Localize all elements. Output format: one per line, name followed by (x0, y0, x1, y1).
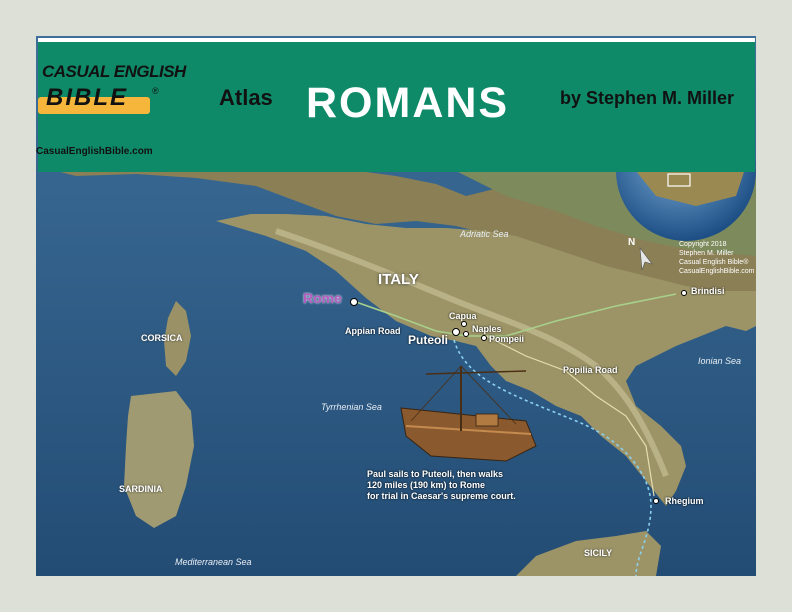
appian-road-label: Appian Road (345, 326, 401, 336)
copyright-line-4: CasualEnglishBible.com (679, 268, 755, 275)
rome-label: Rome (303, 290, 342, 306)
sicily-label: SICILY (584, 548, 613, 558)
brand-url[interactable]: CasualEnglishBible.com (36, 146, 153, 157)
ionian-sea-label: Ionian Sea (698, 356, 742, 366)
brand-line-2: BIBLE (46, 84, 128, 111)
adriatic-sea-label: Adriatic Sea (460, 229, 509, 239)
route-caption: Paul sails to Puteoli, then walks 120 mi… (367, 469, 516, 502)
north-label: N (628, 237, 636, 248)
caption-line-3: for trial in Caesar's supreme court. (367, 491, 516, 501)
brindisi-label: Brindisi (691, 286, 725, 296)
atlas-label: Atlas (219, 85, 273, 110)
capua-label: Capua (449, 311, 477, 321)
caption-line-2: 120 miles (190 km) to Rome (367, 480, 486, 490)
rome-dot (350, 298, 358, 306)
caption-line-1: Paul sails to Puteoli, then walks (367, 469, 504, 479)
italy-label: ITALY (378, 271, 419, 288)
page-title: ROMANS (306, 79, 510, 127)
pompeii-dot (481, 335, 487, 341)
puteoli-label: Puteoli (408, 333, 449, 347)
brand-line-1: CASUAL ENGLISH (42, 62, 186, 81)
copyright-block: Copyright 2018 Stephen M. Miller Casual … (679, 240, 754, 276)
pompeii-label: Pompeii (489, 334, 525, 344)
copyright-line-3: Casual English Bible® (679, 259, 749, 266)
puteoli-dot (452, 328, 460, 336)
brand-bible-logo: BIBLE (38, 84, 150, 114)
brindisi-dot (681, 290, 687, 296)
corsica-label: CORSICA (141, 333, 183, 343)
copyright-line-2: Stephen M. Miller (679, 250, 734, 257)
mediterranean-sea-label: Mediterranean Sea (175, 557, 252, 567)
copyright-line-1: Copyright 2018 (679, 241, 727, 248)
rhegium-label: Rhegium (665, 496, 704, 506)
tyrrhenian-sea-label: Tyrrhenian Sea (321, 402, 382, 412)
author-label: by Stephen M. Miller (560, 88, 735, 108)
naples-label: Naples (472, 324, 502, 334)
rhegium-dot (653, 498, 659, 504)
naples-dot (463, 331, 469, 337)
sardinia-label: SARDINIA (119, 484, 163, 494)
popilia-road-label: Popilia Road (563, 365, 618, 375)
capua-dot (461, 321, 467, 327)
brand-registered-mark: ® (152, 86, 159, 96)
